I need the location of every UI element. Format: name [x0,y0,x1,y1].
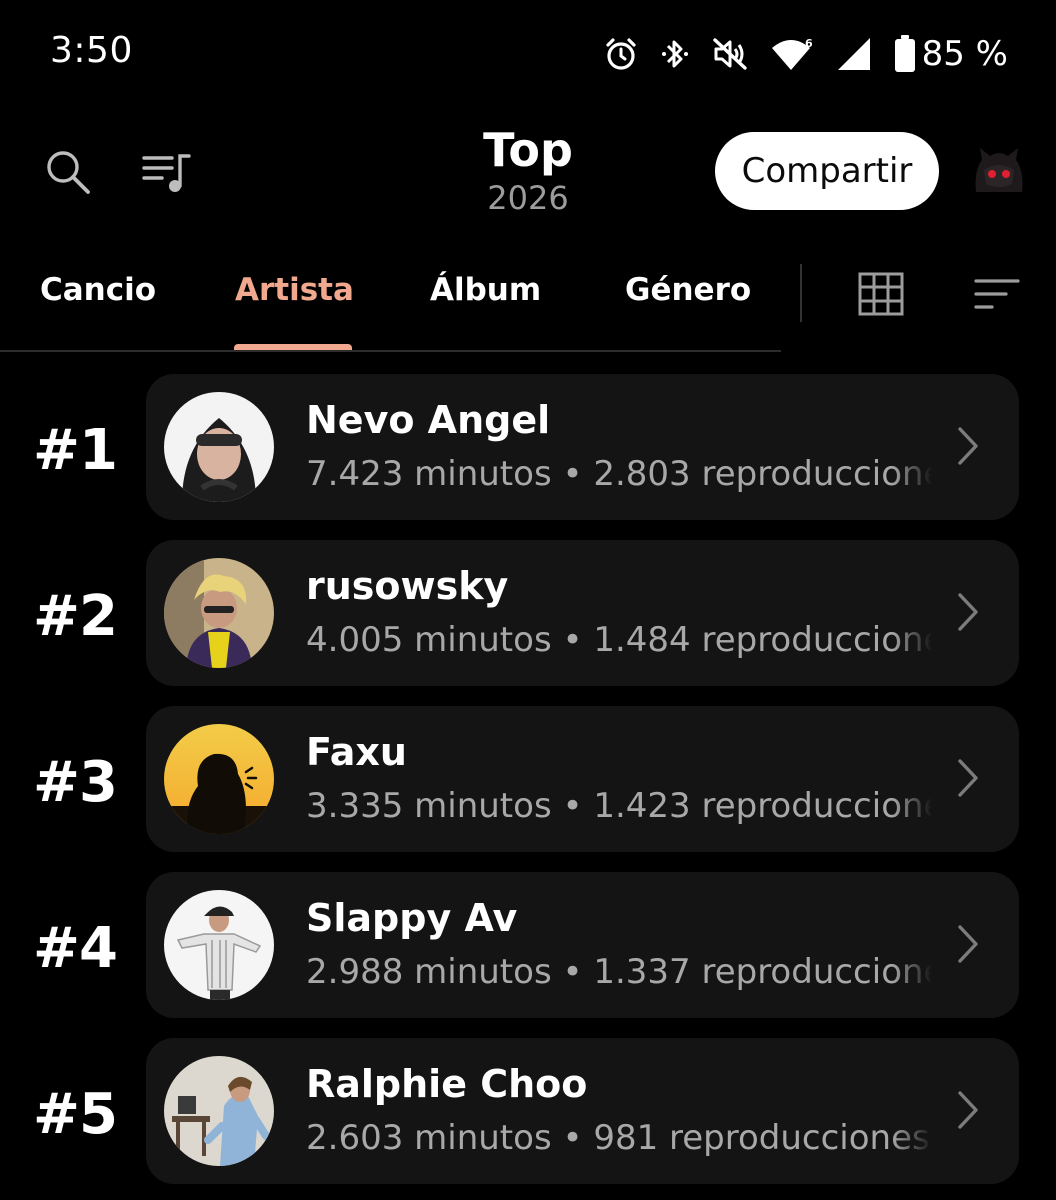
artist-card[interactable]: Faxu 3.335 minutos • 1.423 reproduccione… [146,706,1019,852]
artist-avatar [164,724,274,834]
alarm-icon [604,37,638,71]
category-tabs: Cancio Artista Álbum Género [0,250,1056,352]
tabs-vertical-separator [800,264,802,322]
tabs-divider [0,350,781,352]
status-bar: 3:50 6 85 % [0,0,1056,110]
artist-avatar [164,1056,274,1166]
artist-name: Ralphie Choo [306,1062,588,1106]
artist-name: Nevo Angel [306,398,551,442]
list-item: #2 rusowsky 4.005 minutos • 1.484 reprod… [0,540,1056,686]
cell-signal-icon [836,36,872,72]
wifi-icon: 6 [770,36,814,72]
bluetooth-icon [660,36,690,72]
grid-view-icon[interactable] [858,272,904,320]
title-block: Top 2026 [428,122,628,218]
queue-icon[interactable] [142,150,192,200]
artist-stats: 4.005 minutos • 1.484 reproducciones [306,620,932,660]
battery-percent: 85 % [921,34,1008,74]
artist-stats: 3.335 minutos • 1.423 reproducciones [306,786,932,826]
artist-name: Slappy Av [306,896,518,940]
artist-avatar [164,890,274,1000]
top-header: Top 2026 Compartir [0,110,1056,240]
rank-label: #4 [33,916,118,981]
svg-text:6: 6 [805,37,813,50]
list-item: #4 Slappy Av 2.988 minutos • 1.337 repro… [0,872,1056,1018]
tab-artista[interactable]: Artista [235,272,354,308]
rank-label: #1 [33,418,118,483]
list-item: #1 Nevo Angel 7.423 minutos • 2.803 repr… [0,374,1056,520]
share-button[interactable]: Compartir [715,132,939,210]
battery-indicator: 85 % [894,34,1008,74]
status-icons: 6 85 % [604,32,1008,76]
tab-canciones[interactable]: Cancio [40,272,156,308]
search-icon[interactable] [44,148,92,200]
tab-album[interactable]: Álbum [430,272,541,308]
artist-card[interactable]: rusowsky 4.005 minutos • 1.484 reproducc… [146,540,1019,686]
chevron-right-icon [957,592,979,636]
artist-stats: 2.603 minutos • 981 reproducciones [306,1118,932,1158]
chevron-right-icon [957,426,979,470]
artist-stats: 2.988 minutos • 1.337 reproducciones [306,952,932,992]
artist-name: rusowsky [306,564,509,608]
artist-avatar [164,558,274,668]
artist-card[interactable]: Slappy Av 2.988 minutos • 1.337 reproduc… [146,872,1019,1018]
rank-label: #5 [33,1082,118,1147]
chevron-right-icon [957,1090,979,1134]
profile-avatar[interactable] [970,140,1028,198]
page-title: Top [483,123,573,177]
list-item: #3 Faxu 3.335 minutos • 1.423 reproducci… [0,706,1056,852]
list-item: #5 Ralphie Choo 2.603 minutos • 981 repr… [0,1038,1056,1184]
artist-avatar [164,392,274,502]
battery-icon [894,35,916,73]
mute-icon [712,37,748,71]
rank-label: #2 [33,584,118,649]
page-subtitle: 2026 [487,179,569,217]
chevron-right-icon [957,758,979,802]
status-time: 3:50 [50,30,133,71]
artist-card[interactable]: Nevo Angel 7.423 minutos • 2.803 reprodu… [146,374,1019,520]
tab-genero[interactable]: Género [625,272,751,308]
sort-icon[interactable] [974,278,1020,314]
rank-label: #3 [33,750,118,815]
artist-stats: 7.423 minutos • 2.803 reproducciones [306,454,932,494]
chevron-right-icon [957,924,979,968]
artist-name: Faxu [306,730,407,774]
artist-card[interactable]: Ralphie Choo 2.603 minutos • 981 reprodu… [146,1038,1019,1184]
